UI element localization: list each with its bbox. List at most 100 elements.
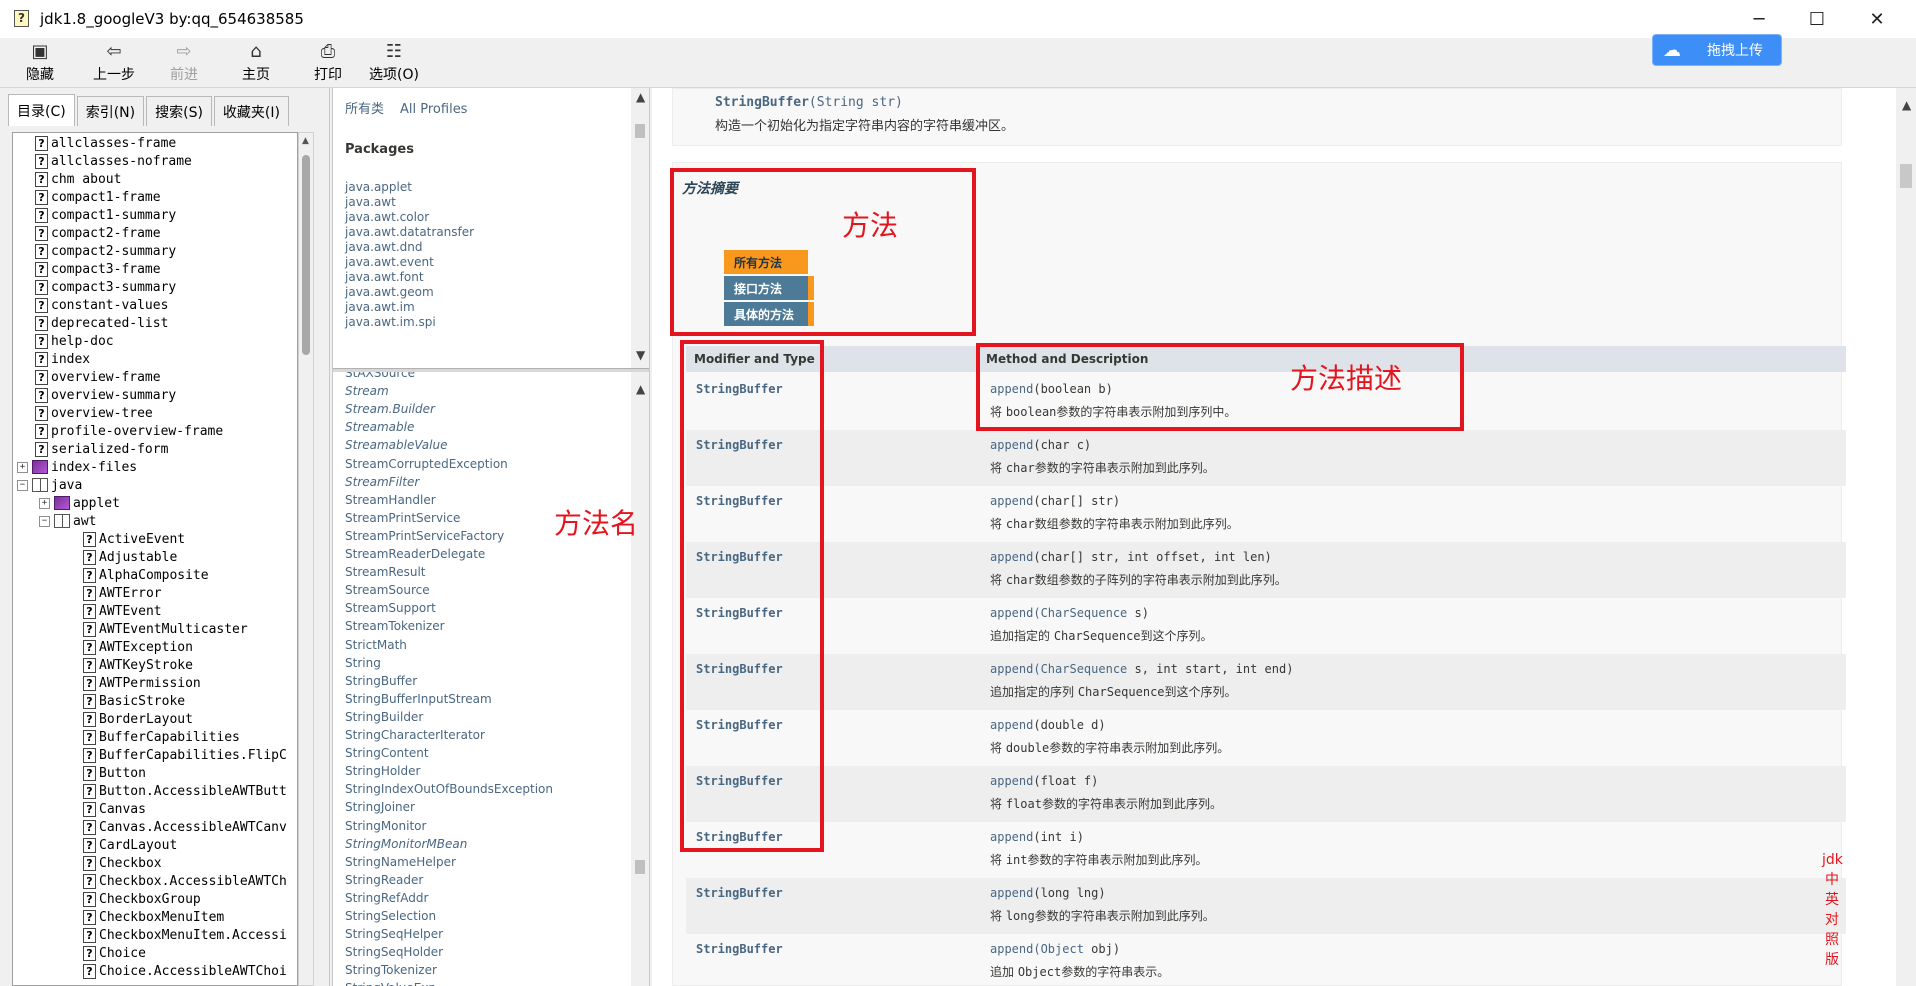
scroll-thumb[interactable]: [302, 155, 310, 355]
class-link[interactable]: StreamableValue: [345, 438, 448, 452]
class-link[interactable]: StringReader: [345, 873, 423, 887]
class-link[interactable]: StringSeqHelper: [345, 927, 443, 941]
tree-item[interactable]: ? Checkbox: [83, 854, 162, 872]
tree-item[interactable]: ? serialized-form: [35, 440, 168, 458]
constructor-signature[interactable]: StringBuffer(String str): [715, 95, 903, 110]
class-link[interactable]: StringJoiner: [345, 800, 415, 814]
scroll-thumb[interactable]: [1900, 164, 1912, 188]
scroll-up-icon[interactable]: ▲: [636, 382, 645, 396]
tree-item[interactable]: ? CardLayout: [83, 836, 177, 854]
method-name-link[interactable]: append: [990, 438, 1033, 452]
tree-item[interactable]: ? AWTKeyStroke: [83, 656, 193, 674]
class-link[interactable]: StreamSupport: [345, 601, 436, 615]
tree-item[interactable]: ? compact3-summary: [35, 278, 176, 296]
class-link[interactable]: StreamFilter: [345, 475, 419, 489]
method-name-link[interactable]: append: [990, 718, 1033, 732]
class-link[interactable]: StreamHandler: [345, 493, 436, 507]
tree-item[interactable]: + index-files: [17, 458, 137, 476]
nav-tab-2[interactable]: 搜索(S): [146, 96, 212, 126]
tree-item[interactable]: ? overview-frame: [35, 368, 161, 386]
nav-tab-1[interactable]: 索引(N): [76, 96, 145, 126]
class-link[interactable]: StringSeqHolder: [345, 945, 443, 959]
class-link[interactable]: StringHolder: [345, 764, 420, 778]
constructor-name[interactable]: StringBuffer: [715, 95, 809, 110]
scroll-up-icon[interactable]: ▲: [636, 90, 645, 104]
tree-item[interactable]: ? BasicStroke: [83, 692, 185, 710]
class-link[interactable]: StringContent: [345, 746, 429, 760]
close-button[interactable]: ✕: [1848, 0, 1906, 38]
tree-item[interactable]: ? CheckboxGroup: [83, 890, 201, 908]
class-link[interactable]: StreamResult: [345, 565, 426, 579]
method-name-link[interactable]: append: [990, 606, 1033, 620]
tree-item[interactable]: ? deprecated-list: [35, 314, 168, 332]
scroll-up-icon[interactable]: ▲: [302, 136, 309, 146]
scroll-thumb[interactable]: [635, 860, 645, 874]
scroll-up-icon[interactable]: ▲: [1902, 98, 1911, 112]
toolbar-button-4[interactable]: ⎙ 打印: [296, 40, 360, 86]
class-link[interactable]: StringNameHelper: [345, 855, 456, 869]
tree-item[interactable]: ? Checkbox.AccessibleAWTCh: [83, 872, 287, 890]
scroll-thumb[interactable]: [635, 124, 645, 138]
package-link[interactable]: java.awt.im.spi: [345, 315, 436, 329]
class-link[interactable]: Stream: [345, 384, 389, 398]
param-type-link[interactable]: (CharSequence: [1033, 606, 1127, 620]
tree-item[interactable]: ? Button: [83, 764, 146, 782]
method-name-link[interactable]: append: [990, 830, 1033, 844]
class-link[interactable]: String: [345, 656, 381, 670]
tree-item[interactable]: ? AWTEventMulticaster: [83, 620, 248, 638]
class-link[interactable]: StringTokenizer: [345, 963, 437, 977]
tree-item[interactable]: ? compact2-frame: [35, 224, 161, 242]
class-link[interactable]: StreamPrintService: [345, 511, 460, 525]
minimize-button[interactable]: ─: [1730, 0, 1788, 38]
tree-item[interactable]: ? CheckboxMenuItem.Accessi: [83, 926, 287, 944]
toolbar-button-2[interactable]: ⇨ 前进: [152, 40, 216, 86]
tree-item[interactable]: ? Canvas.AccessibleAWTCanv: [83, 818, 287, 836]
class-link[interactable]: StringMonitor: [345, 819, 426, 833]
class-link[interactable]: StringCharacterIterator: [345, 728, 485, 742]
method-name-link[interactable]: append: [990, 550, 1033, 564]
class-link[interactable]: StreamTokenizer: [345, 619, 445, 633]
class-link[interactable]: StringRefAddr: [345, 891, 428, 905]
collapse-icon[interactable]: −: [39, 515, 50, 527]
drag-upload-button[interactable]: ☁ 拖拽上传: [1652, 34, 1782, 66]
class-link[interactable]: StringBuilder: [345, 710, 423, 724]
class-link[interactable]: StringSelection: [345, 909, 436, 923]
tree-item[interactable]: ? BufferCapabilities: [83, 728, 240, 746]
tree-item[interactable]: ? overview-tree: [35, 404, 153, 422]
class-link[interactable]: StreamPrintServiceFactory: [345, 529, 504, 543]
return-type-link[interactable]: StringBuffer: [696, 942, 783, 956]
method-name-link[interactable]: append: [990, 494, 1033, 508]
tree-item[interactable]: ? index: [35, 350, 90, 368]
param-type-link[interactable]: (Object: [1033, 942, 1084, 956]
package-link[interactable]: java.awt.geom: [345, 285, 434, 299]
tree-item[interactable]: − java: [17, 476, 82, 494]
constructor-param-type[interactable]: String: [817, 95, 864, 110]
classes-scrollbar[interactable]: ▲: [631, 372, 649, 986]
expand-icon[interactable]: +: [17, 461, 28, 473]
tree-item[interactable]: − awt: [39, 512, 96, 530]
class-link[interactable]: Streamable: [345, 420, 414, 434]
tree-item[interactable]: ? BorderLayout: [83, 710, 193, 728]
class-link[interactable]: StrictMath: [345, 638, 407, 652]
class-link[interactable]: StreamCorruptedException: [345, 457, 508, 471]
tree-item[interactable]: ? Canvas: [83, 800, 146, 818]
package-link[interactable]: java.awt.dnd: [345, 240, 422, 254]
tree-item[interactable]: ? Adjustable: [83, 548, 177, 566]
frame-link-1[interactable]: All Profiles: [400, 102, 467, 117]
return-type-link[interactable]: StringBuffer: [696, 886, 783, 900]
tree-item[interactable]: ? Choice.AccessibleAWTChoi: [83, 962, 287, 980]
package-link[interactable]: java.awt.im: [345, 300, 415, 314]
package-link[interactable]: java.awt: [345, 195, 396, 209]
package-link[interactable]: java.awt.event: [345, 255, 434, 269]
package-link[interactable]: java.awt.font: [345, 270, 424, 284]
param-type-link[interactable]: (CharSequence: [1033, 662, 1127, 676]
toolbar-button-0[interactable]: ▣ 隐藏: [8, 40, 72, 86]
collapse-icon[interactable]: −: [17, 479, 28, 491]
content-scrollbar[interactable]: ▲: [1896, 88, 1916, 986]
tree-item[interactable]: ? AWTException: [83, 638, 193, 656]
package-link[interactable]: java.awt.datatransfer: [345, 225, 474, 239]
tree-item[interactable]: ? Choice: [83, 944, 146, 962]
tree-item[interactable]: ? BufferCapabilities.FlipC: [83, 746, 287, 764]
method-name-link[interactable]: append: [990, 886, 1033, 900]
class-link[interactable]: StreamSource: [345, 583, 430, 597]
